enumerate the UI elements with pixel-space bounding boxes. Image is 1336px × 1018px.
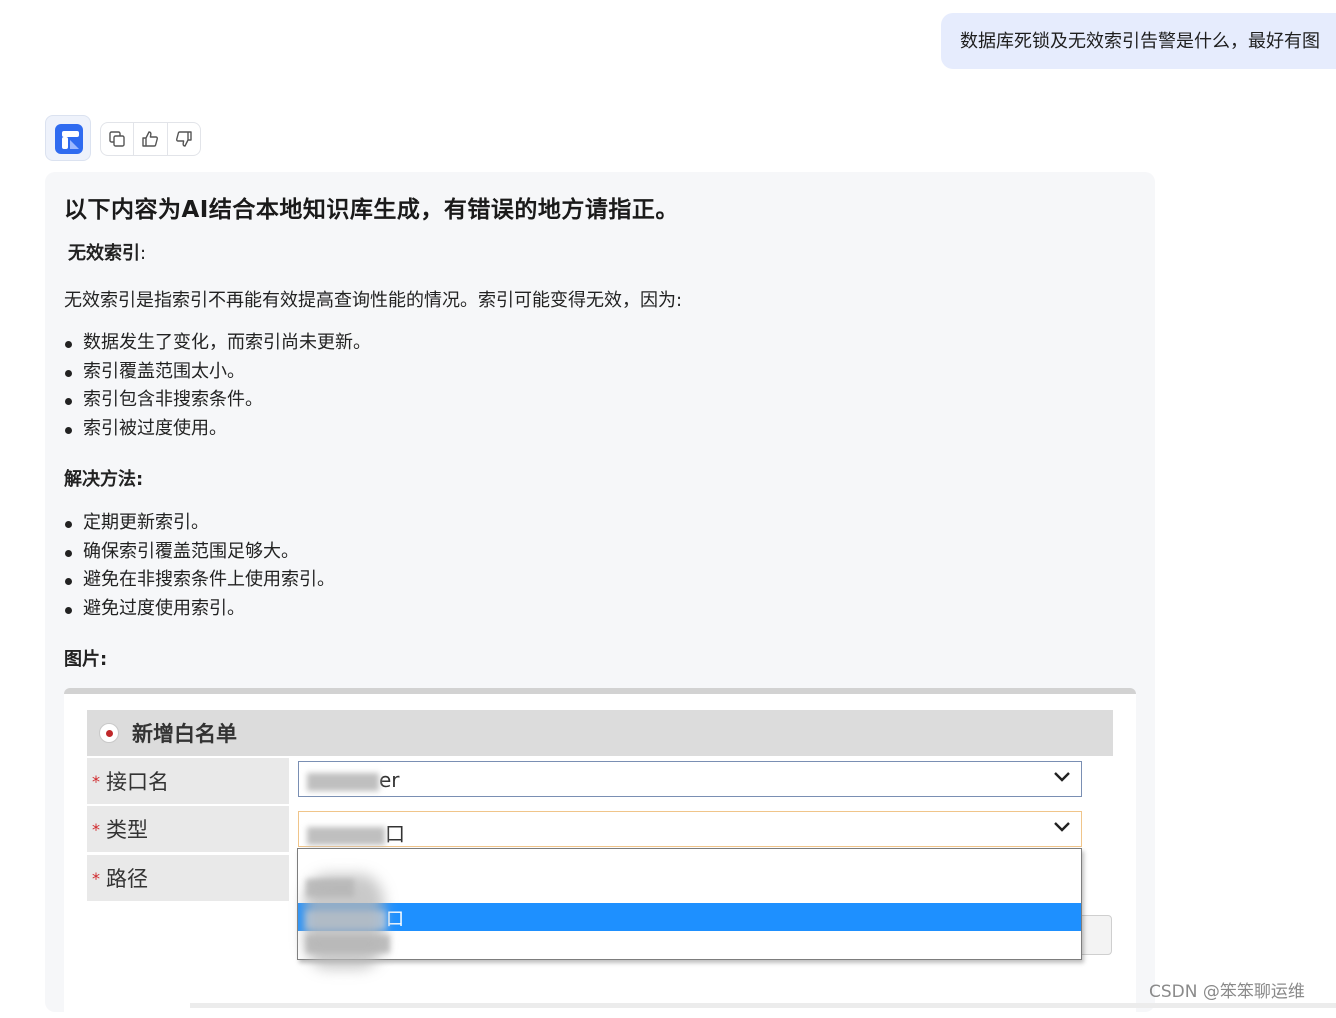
chevron-down-icon [1054, 772, 1070, 782]
list-item: 数据发生了变化，而索引尚未更新。 [64, 329, 371, 358]
required-mark: * [92, 820, 100, 839]
blurred-text [307, 826, 385, 845]
interface-name-select: er [298, 761, 1082, 797]
type-select: 口 [298, 811, 1082, 847]
answer-card: 以下内容为AI结合本地知识库生成，有错误的地方请指正。 无效索引: 无效索引是指… [45, 172, 1155, 1018]
field-label-cell: * 接口名 [87, 758, 289, 804]
chevron-down-icon [1054, 822, 1070, 832]
required-mark: * [92, 772, 100, 791]
field-label: 类型 [106, 818, 148, 842]
copy-button[interactable] [101, 123, 135, 155]
list-item: 定期更新索引。 [64, 509, 335, 538]
panel-title: 新增白名单 [132, 722, 237, 746]
list-item: 确保索引覆盖范围足够大。 [64, 538, 335, 567]
panel-bullet-icon [99, 723, 119, 743]
dropdown-option [298, 875, 1081, 903]
message-actions [100, 122, 201, 156]
field-label: 路径 [106, 867, 148, 891]
blur-overlay [304, 874, 384, 969]
answer-heading: 以下内容为AI结合本地知识库生成，有错误的地方请指正。 [64, 197, 679, 223]
thumbs-up-icon [142, 131, 159, 147]
copy-icon [109, 131, 125, 147]
dropdown-option [298, 931, 1081, 959]
like-button[interactable] [134, 123, 168, 155]
causes-list: 数据发生了变化，而索引尚未更新。 索引覆盖范围太小。 索引包含非搜索条件。 索引… [64, 329, 371, 443]
section-intro: 无效索引是指索引不再能有效提高查询性能的情况。索引可能变得无效，因为: [64, 290, 683, 311]
required-mark: * [92, 869, 100, 888]
app-logo-icon [55, 124, 83, 154]
image-title: 图片: [64, 649, 108, 670]
panel-header: 新增白名单 [87, 710, 1113, 756]
bot-avatar [45, 115, 91, 161]
field-label-cell: * 路径 [87, 855, 289, 901]
list-item: 索引覆盖范围太小。 [64, 358, 371, 387]
field-label: 接口名 [106, 770, 169, 794]
dislike-button[interactable] [168, 123, 200, 155]
field-label-cell: * 类型 [87, 806, 289, 852]
solutions-title: 解决方法: [64, 469, 144, 490]
list-item: 避免过度使用索引。 [64, 595, 335, 624]
section-invalid-index-title: 无效索引: [68, 243, 147, 264]
blurred-text [307, 772, 379, 791]
dropdown-option-selected: 口 [298, 903, 1081, 931]
watermark: CSDN @笨笨聊运维 [1149, 982, 1305, 1002]
list-item: 索引包含非搜索条件。 [64, 386, 371, 415]
list-item: 索引被过度使用。 [64, 415, 371, 444]
user-message-bubble: 数据库死锁及无效索引告警是什么，最好有图 [941, 13, 1336, 69]
user-message-text: 数据库死锁及无效索引告警是什么，最好有图 [960, 31, 1320, 52]
solutions-list: 定期更新索引。 确保索引覆盖范围足够大。 避免在非搜索条件上使用索引。 避免过度… [64, 509, 335, 623]
embedded-screenshot: 新增白名单 * 接口名 * 类型 * 路径 er 口 口 [64, 688, 1136, 1018]
bottom-divider [190, 1003, 1336, 1008]
thumbs-down-icon [175, 131, 192, 147]
type-dropdown-list: 口 [297, 848, 1082, 960]
list-item: 避免在非搜索条件上使用索引。 [64, 566, 335, 595]
